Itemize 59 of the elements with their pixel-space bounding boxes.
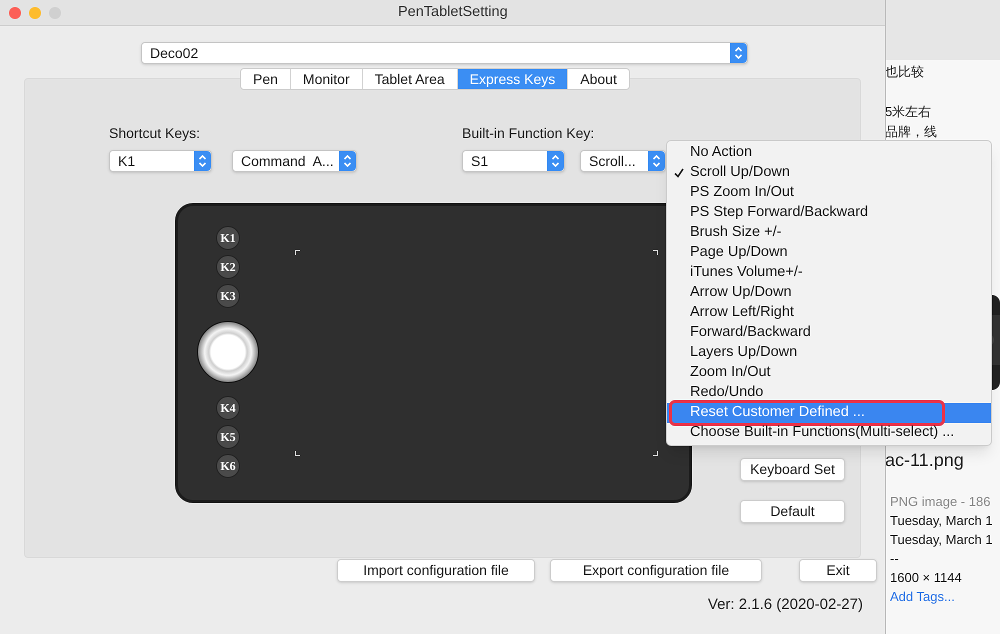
corner-mark-icon <box>295 451 300 456</box>
info-text: PNG image - 186 <box>890 493 992 511</box>
express-key[interactable]: K2 <box>216 255 240 279</box>
menu-item[interactable]: Choose Built-in Functions(Multi-select) ... <box>667 423 991 443</box>
action-select[interactable]: Command A... <box>232 150 357 172</box>
push-button[interactable]: Exit <box>799 559 877 582</box>
menu-item[interactable]: Forward/Backward <box>667 323 991 343</box>
key-select[interactable]: S1 <box>462 150 565 172</box>
text-line: 5米左右 <box>885 103 932 121</box>
tab[interactable]: Monitor <box>290 69 362 89</box>
chevron-icon <box>198 154 207 168</box>
tab[interactable]: About <box>567 69 629 89</box>
window-title: PenTabletSetting <box>398 2 508 22</box>
push-button[interactable]: Default <box>740 500 845 523</box>
menu-item[interactable]: Arrow Left/Right <box>667 303 991 323</box>
menu-item[interactable]: PS Step Forward/Backward <box>667 203 991 223</box>
tab[interactable]: Pen <box>241 69 290 89</box>
corner-mark-icon <box>653 250 658 255</box>
express-key[interactable]: K4 <box>216 396 240 420</box>
push-button[interactable]: Export configuration file <box>550 559 762 582</box>
minimize-icon[interactable] <box>29 6 41 18</box>
express-key[interactable]: K5 <box>216 425 240 449</box>
express-key[interactable]: K1 <box>216 226 240 250</box>
close-icon[interactable] <box>9 6 21 18</box>
info-text: Tuesday, March 1 <box>890 512 993 530</box>
info-text: 1600 × 1144 <box>890 569 963 587</box>
info-text: -- <box>890 550 900 568</box>
chevron-icon <box>551 154 560 168</box>
function-select[interactable]: Scroll... <box>580 150 666 172</box>
menu-item[interactable]: Layers Up/Down <box>667 343 991 363</box>
menu-item[interactable]: Zoom In/Out <box>667 363 991 383</box>
menu-item[interactable]: Scroll Up/Down <box>667 163 991 183</box>
version-text: Ver: 2.1.6 (2020-02-27) <box>708 595 863 615</box>
express-key[interactable]: K6 <box>216 454 240 478</box>
push-button[interactable]: Keyboard Set <box>740 458 845 481</box>
menu-item[interactable]: iTunes Volume+/- <box>667 263 991 283</box>
field-label: Built-in Function Key: <box>462 124 596 143</box>
add-tags-link[interactable]: Add Tags... <box>890 587 993 606</box>
menu-item[interactable]: PS Zoom In/Out <box>667 183 991 203</box>
corner-mark-icon <box>653 451 658 456</box>
file-name: ac-11.png <box>885 449 965 472</box>
menu-item[interactable]: No Action <box>667 143 991 163</box>
menu-item[interactable]: Reset Customer Defined ... <box>667 403 991 423</box>
express-key[interactable]: K3 <box>216 284 240 308</box>
device-select[interactable]: Deco02 <box>141 42 748 64</box>
menu-item[interactable]: Brush Size +/- <box>667 223 991 243</box>
menu-item[interactable]: Arrow Up/Down <box>667 283 991 303</box>
info-text: Tuesday, March 1 <box>890 531 993 549</box>
menu-item[interactable]: Redo/Undo <box>667 383 991 403</box>
corner-mark-icon <box>295 250 300 255</box>
menu-item[interactable]: Page Up/Down <box>667 243 991 263</box>
chevron-icon <box>734 46 743 60</box>
chevron-icon <box>652 154 661 168</box>
push-button[interactable]: Import configuration file <box>337 559 535 582</box>
checkmark-icon <box>674 168 684 178</box>
text-line: 也比较 <box>885 63 925 81</box>
chevron-icon <box>343 154 352 168</box>
field-label: Shortcut Keys: <box>109 124 202 143</box>
key-select[interactable]: K1 <box>109 150 212 172</box>
